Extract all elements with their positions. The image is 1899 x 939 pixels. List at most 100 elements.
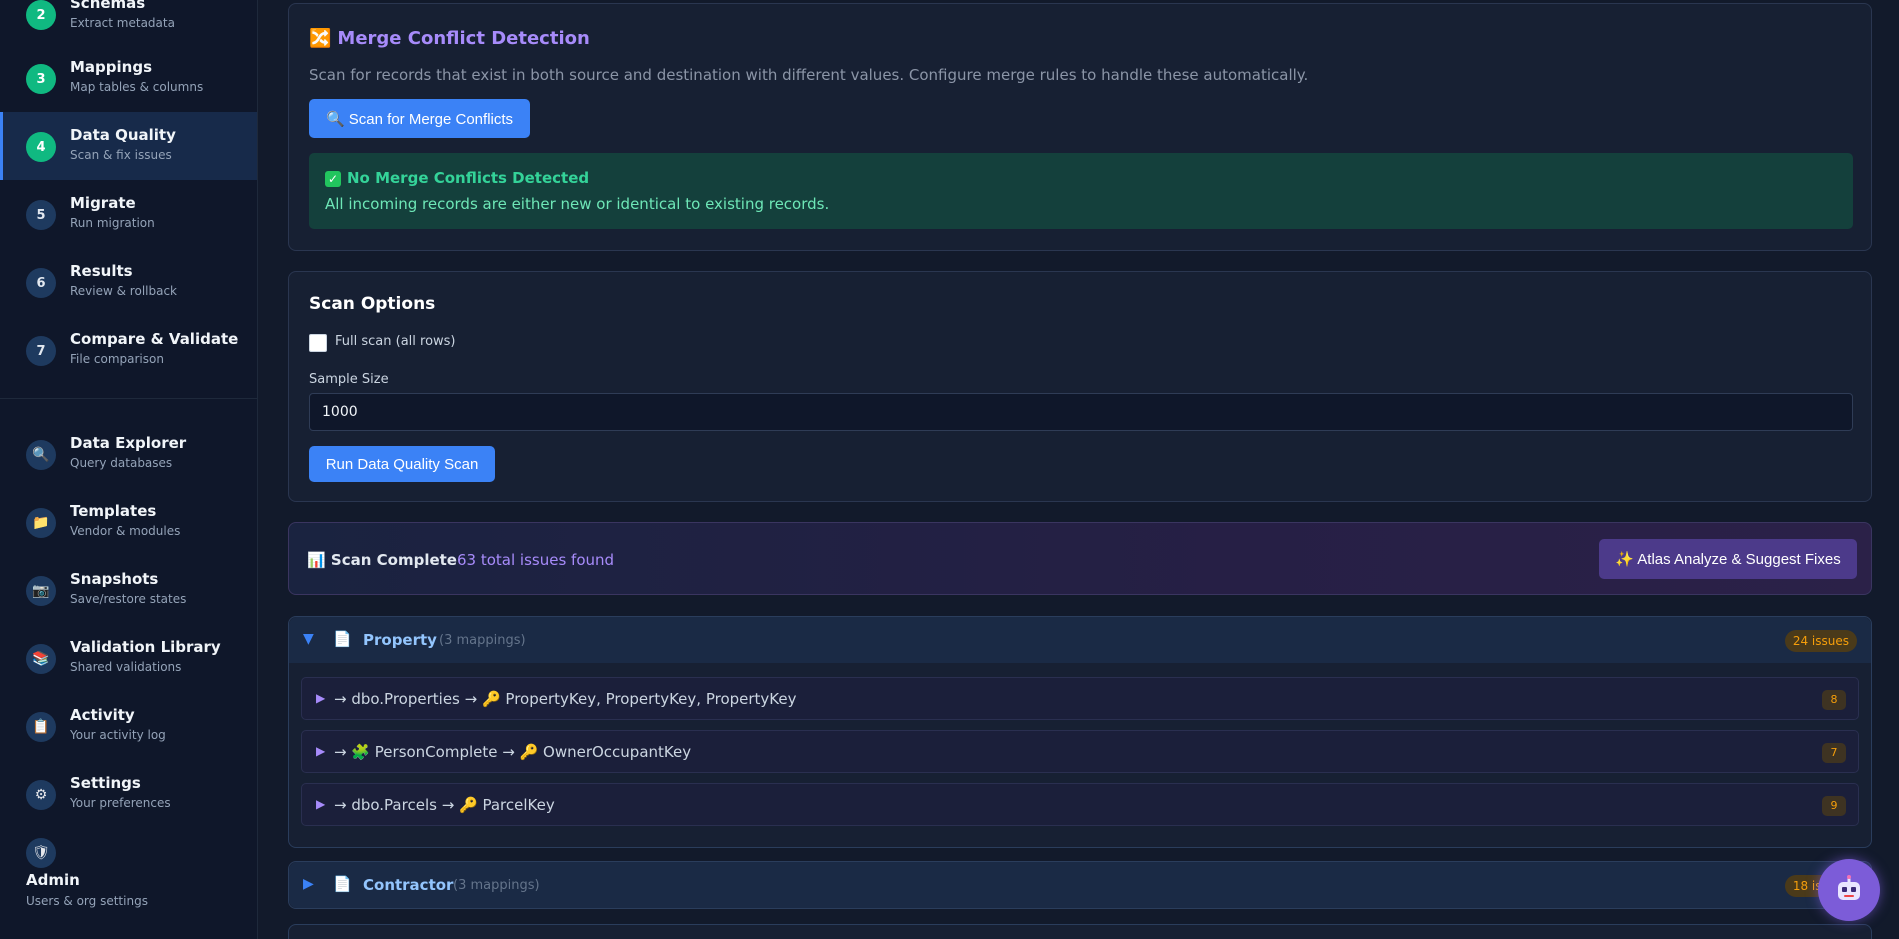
- mapping-issue-count: 7: [1822, 743, 1846, 763]
- mapping-row[interactable]: ▶ → 🧩 PersonComplete → 🔑 OwnerOccupantKe…: [301, 730, 1859, 773]
- mapping-row-text: → dbo.Parcels → 🔑 ParcelKey: [334, 796, 555, 814]
- step-subtitle: File comparison: [70, 352, 164, 366]
- merge-success-text: All incoming records are either new or i…: [325, 195, 830, 213]
- issue-group-header[interactable]: ▶ 📄 Contractor (3 mappings) 18 issues: [289, 862, 1871, 908]
- check-icon: ✓: [325, 171, 341, 187]
- issue-group-mappings: (3 mappings): [453, 878, 540, 893]
- caret-right-icon[interactable]: ▶: [316, 797, 325, 811]
- step-subtitle: Map tables & columns: [70, 80, 204, 94]
- atlas-analyze-button[interactable]: ✨ Atlas Analyze & Suggest Fixes: [1599, 539, 1857, 579]
- caret-down-icon[interactable]: ▼: [303, 631, 314, 647]
- sidebar-divider: [0, 398, 257, 399]
- step-number: 2: [26, 0, 56, 30]
- step-title: Schemas: [70, 0, 146, 12]
- scan-complete-title-text: Scan Complete: [330, 551, 457, 569]
- sidebar-item-title: Snapshots: [70, 570, 159, 588]
- scan-complete-title: 📊 Scan Complete: [307, 551, 457, 569]
- sidebar-item-data-explorer[interactable]: 🔍 Data Explorer Query databases: [0, 420, 257, 488]
- sidebar-step-schemas[interactable]: 2 Schemas Extract metadata: [0, 0, 257, 48]
- scan-options-card: Scan Options Full scan (all rows) Sample…: [288, 271, 1872, 502]
- merge-success-alert: ✓ No Merge Conflicts Detected All incomin…: [309, 153, 1853, 229]
- step-title: Data Quality: [70, 126, 176, 144]
- step-number: 6: [26, 268, 56, 298]
- sidebar-step-results[interactable]: 6 Results Review & rollback: [0, 248, 257, 316]
- step-number: 4: [26, 132, 56, 162]
- document-icon: 📄: [333, 630, 352, 648]
- step-title: Migrate: [70, 194, 136, 212]
- full-scan-checkbox[interactable]: [309, 334, 327, 352]
- search-icon: 🔍: [26, 440, 56, 470]
- mapping-row-text: → dbo.Properties → 🔑 PropertyKey, Proper…: [334, 690, 797, 708]
- sidebar-item-validation-library[interactable]: 📚 Validation Library Shared validations: [0, 624, 257, 692]
- total-issues-count: 63 total issues found: [457, 551, 615, 569]
- step-subtitle: Review & rollback: [70, 284, 177, 298]
- step-title: Results: [70, 262, 133, 280]
- merge-success-title: ✓ No Merge Conflicts Detected: [325, 169, 589, 187]
- issue-group-property: ▼ 📄 Property (3 mappings) 24 issues ▶ → …: [288, 616, 1872, 848]
- sidebar-item-subtitle: Your activity log: [70, 728, 166, 742]
- camera-icon: 📷: [26, 576, 56, 606]
- shuffle-icon: 🔀: [309, 28, 332, 49]
- sidebar-item-title: Activity: [70, 706, 135, 724]
- run-data-quality-scan-button[interactable]: Run Data Quality Scan: [309, 446, 495, 482]
- sidebar-item-templates[interactable]: 📁 Templates Vendor & modules: [0, 488, 257, 556]
- mapping-issue-count: 9: [1822, 796, 1846, 816]
- books-icon: 📚: [26, 644, 56, 674]
- sidebar-item-title: Settings: [70, 774, 141, 792]
- step-subtitle: Run migration: [70, 216, 155, 230]
- sidebar-item-title: Templates: [70, 502, 157, 520]
- mapping-row-text: → 🧩 PersonComplete → 🔑 OwnerOccupantKey: [334, 743, 692, 761]
- mapping-row[interactable]: ▶ → dbo.Properties → 🔑 PropertyKey, Prop…: [301, 677, 1859, 720]
- issue-group-name: Property: [363, 631, 437, 649]
- admin-title[interactable]: Admin: [26, 871, 80, 889]
- sidebar-step-mappings[interactable]: 3 Mappings Map tables & columns: [0, 44, 257, 112]
- step-number: 7: [26, 336, 56, 366]
- mapping-issue-count: 8: [1822, 690, 1846, 710]
- robot-icon: [1838, 875, 1860, 900]
- caret-right-icon[interactable]: ▶: [303, 876, 314, 892]
- sample-size-input[interactable]: [309, 393, 1853, 431]
- sidebar: 2 Schemas Extract metadata 3 Mappings Ma…: [0, 0, 258, 939]
- step-number: 5: [26, 200, 56, 230]
- merge-conflict-title-text: Merge Conflict Detection: [337, 28, 590, 49]
- issue-group-mappings: (3 mappings): [439, 633, 526, 648]
- issue-group-next: [288, 924, 1872, 939]
- sidebar-item-title: Validation Library: [70, 638, 221, 656]
- scan-options-title: Scan Options: [309, 294, 436, 314]
- sidebar-step-data-quality[interactable]: 4 Data Quality Scan & fix issues: [0, 112, 257, 180]
- admin-subtitle: Users & org settings: [26, 894, 148, 908]
- issue-group-name: Contractor: [363, 876, 454, 894]
- sidebar-item-activity[interactable]: 📋 Activity Your activity log: [0, 692, 257, 760]
- issue-group-header[interactable]: ▼ 📄 Property (3 mappings) 24 issues: [289, 617, 1871, 663]
- sidebar-step-compare-validate[interactable]: 7 Compare & Validate File comparison: [0, 316, 257, 384]
- sidebar-item-subtitle: Shared validations: [70, 660, 182, 674]
- step-title: Compare & Validate: [70, 330, 239, 348]
- assistant-bot-button[interactable]: [1818, 859, 1880, 921]
- step-subtitle: Scan & fix issues: [70, 148, 172, 162]
- scan-merge-conflicts-button[interactable]: 🔍 Scan for Merge Conflicts: [309, 99, 530, 138]
- merge-conflict-description: Scan for records that exist in both sour…: [309, 66, 1309, 84]
- shield-icon[interactable]: 🛡: [26, 838, 56, 868]
- folder-icon: 📁: [26, 508, 56, 538]
- step-subtitle: Extract metadata: [70, 16, 175, 30]
- merge-conflict-card: 🔀 Merge Conflict Detection Scan for recor…: [288, 3, 1872, 251]
- issue-count-badge: 24 issues: [1784, 630, 1857, 652]
- document-icon: 📄: [333, 875, 352, 893]
- mapping-row[interactable]: ▶ → dbo.Parcels → 🔑 ParcelKey 9: [301, 783, 1859, 826]
- sidebar-item-snapshots[interactable]: 📷 Snapshots Save/restore states: [0, 556, 257, 624]
- issue-group-contractor: ▶ 📄 Contractor (3 mappings) 18 issues: [288, 861, 1872, 909]
- sidebar-item-settings[interactable]: ⚙ Settings Your preferences: [0, 760, 257, 828]
- merge-success-title-text: No Merge Conflicts Detected: [347, 169, 590, 187]
- step-number: 3: [26, 64, 56, 94]
- caret-right-icon[interactable]: ▶: [316, 691, 325, 705]
- merge-conflict-title: 🔀 Merge Conflict Detection: [309, 28, 590, 49]
- full-scan-label[interactable]: Full scan (all rows): [335, 334, 456, 349]
- sidebar-step-migrate[interactable]: 5 Migrate Run migration: [0, 180, 257, 248]
- caret-right-icon[interactable]: ▶: [316, 744, 325, 758]
- sidebar-item-subtitle: Query databases: [70, 456, 173, 470]
- sample-size-label: Sample Size: [309, 372, 389, 387]
- gear-icon: ⚙: [26, 780, 56, 810]
- sidebar-item-subtitle: Save/restore states: [70, 592, 187, 606]
- sidebar-item-title: Data Explorer: [70, 434, 187, 452]
- sidebar-item-subtitle: Vendor & modules: [70, 524, 181, 538]
